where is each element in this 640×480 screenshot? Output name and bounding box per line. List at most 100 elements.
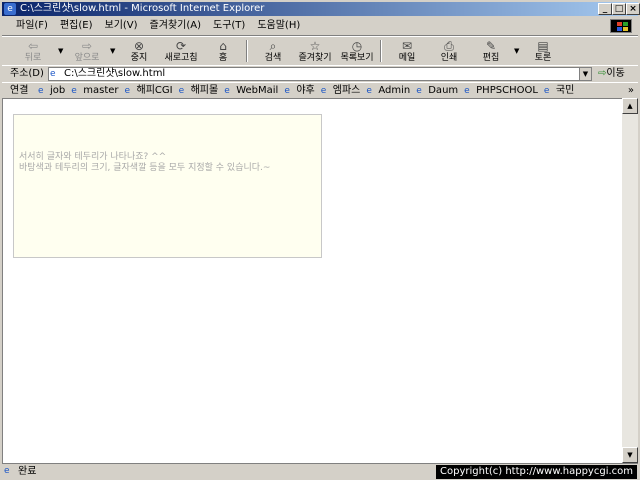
link-label: Daum xyxy=(428,85,459,96)
menu-help[interactable]: 도움말(H) xyxy=(251,17,306,35)
window-title: C:\스크린샷\slow.html - Microsoft Internet E… xyxy=(20,3,265,14)
link-page-icon: e xyxy=(124,85,131,96)
toolbar-separator xyxy=(380,40,382,62)
link-page-icon: e xyxy=(366,85,372,96)
forward-label: 앞으로 xyxy=(74,53,100,63)
history-button[interactable]: ◷ 목록보기 xyxy=(336,37,378,65)
link-label: WebMail xyxy=(236,85,279,96)
back-arrow-icon: ⇦ xyxy=(27,39,39,53)
links-bar: 연결 e job e master e 해피CGI e 해피몰 e WebMail e 야후… xyxy=(2,82,638,99)
copyright-banner: Copyright(c) http://www.happycgi.com xyxy=(436,465,638,479)
back-label: 뒤로 xyxy=(24,53,42,63)
address-value[interactable]: C:\스크린샷\slow.html xyxy=(64,68,165,80)
link-page-icon: e xyxy=(178,85,185,96)
forward-button[interactable]: ⇨ 앞으로 xyxy=(66,37,108,65)
link-label: Admin xyxy=(378,85,411,96)
edit-icon: ✎ xyxy=(485,39,497,53)
link-page-icon: e xyxy=(224,85,230,96)
link-label: master xyxy=(83,85,119,96)
forward-arrow-icon: ⇨ xyxy=(81,39,93,53)
page-icon: e xyxy=(50,69,56,79)
menu-view[interactable]: 보기(V) xyxy=(99,17,144,35)
print-button[interactable]: ⎙ 인쇄 xyxy=(428,37,470,65)
menu-favorites[interactable]: 즐겨찾기(A) xyxy=(144,17,207,35)
link-label: 엠파스 xyxy=(332,85,361,96)
link-label: PHPSCHOOL xyxy=(476,85,538,96)
menu-tools[interactable]: 도구(T) xyxy=(207,17,251,35)
discuss-button[interactable]: ▤ 토론 xyxy=(522,37,564,65)
history-label: 목록보기 xyxy=(340,53,374,63)
address-input[interactable]: e C:\스크린샷\slow.html ▼ xyxy=(48,67,592,81)
address-label: 주소(D) xyxy=(10,68,44,79)
link-master[interactable]: e master xyxy=(71,83,118,98)
address-dropdown-icon[interactable]: ▼ xyxy=(579,68,591,80)
minimize-button[interactable]: _ xyxy=(598,3,612,15)
links-more-button[interactable]: » xyxy=(628,83,634,98)
mail-icon: ✉ xyxy=(401,39,413,53)
address-bar: 주소(D) e C:\스크린샷\slow.html ▼ ⇨이동 xyxy=(2,65,638,83)
link-page-icon: e xyxy=(284,85,290,96)
link-webmail[interactable]: e WebMail xyxy=(224,83,278,98)
printer-icon: ⎙ xyxy=(444,39,454,53)
link-yahoo[interactable]: e 야후 xyxy=(284,83,314,98)
menu-bar: 파일(F) 편집(E) 보기(V) 즐겨찾기(A) 도구(T) 도움말(H) xyxy=(2,17,638,36)
edit-label: 편집 xyxy=(482,53,500,63)
edit-dropdown-icon[interactable]: ▼ xyxy=(514,47,519,55)
fade-in-box: 서서히 글자와 테두리가 나타나죠? ^^ 바탕색과 테두리의 크기, 글자색깔… xyxy=(13,114,322,258)
home-label: 홈 xyxy=(218,53,228,63)
link-page-icon: e xyxy=(416,85,422,96)
mail-label: 메일 xyxy=(398,53,416,63)
status-bar: e 완료 Copyright(c) http://www.happycgi.co… xyxy=(2,463,638,479)
windows-logo-icon xyxy=(610,19,632,33)
go-label: 이동 xyxy=(606,68,625,79)
edit-button[interactable]: ✎ 편집 xyxy=(470,37,512,65)
menu-file[interactable]: 파일(F) xyxy=(10,17,54,35)
forward-dropdown-icon[interactable]: ▼ xyxy=(110,47,115,55)
standard-toolbar: ⇦ 뒤로 ▼ ⇨ 앞으로 ▼ ⊗ 중지 ⟳ 새로고침 ⌂ 홈 ⌕ 검색 ☆ 즐겨… xyxy=(2,36,638,66)
link-happycgi[interactable]: e 해피CGI xyxy=(125,83,173,98)
maximize-button[interactable]: □ xyxy=(612,3,626,15)
back-button[interactable]: ⇦ 뒤로 xyxy=(12,37,54,65)
link-happymall[interactable]: e 해피몰 xyxy=(179,83,219,98)
scroll-up-icon[interactable]: ▲ xyxy=(622,98,638,114)
go-button[interactable]: ⇨이동 xyxy=(598,67,625,81)
link-phpschool[interactable]: e PHPSCHOOL xyxy=(464,83,538,98)
ie-icon[interactable]: e xyxy=(4,3,16,15)
favorites-button[interactable]: ☆ 즐겨찾기 xyxy=(294,37,336,65)
favorites-icon: ☆ xyxy=(309,39,321,53)
stop-icon: ⊗ xyxy=(133,39,145,53)
link-kookmin[interactable]: e 국민 xyxy=(544,83,574,98)
search-button[interactable]: ⌕ 검색 xyxy=(252,37,294,65)
link-daum[interactable]: e Daum xyxy=(416,83,458,98)
link-page-icon: e xyxy=(464,85,470,96)
toolbar-separator xyxy=(246,40,248,62)
discuss-label: 토론 xyxy=(534,53,552,63)
link-label: 국민 xyxy=(555,85,575,96)
scroll-down-icon[interactable]: ▼ xyxy=(622,447,638,463)
link-label: 해피몰 xyxy=(190,85,219,96)
search-icon: ⌕ xyxy=(269,39,277,53)
menu-edit[interactable]: 편집(E) xyxy=(54,17,99,35)
page-content: 서서히 글자와 테두리가 나타나죠? ^^ 바탕색과 테두리의 크기, 글자색깔… xyxy=(2,98,622,463)
refresh-icon: ⟳ xyxy=(175,39,187,53)
stop-label: 중지 xyxy=(130,53,148,63)
vertical-scrollbar[interactable]: ▲ ▼ xyxy=(622,98,638,463)
search-label: 검색 xyxy=(264,53,282,63)
discuss-icon: ▤ xyxy=(537,39,549,53)
status-text: 완료 xyxy=(18,466,37,477)
notice-line-2: 바탕색과 테두리의 크기, 글자색깔 등을 모두 지정할 수 있습니다.~ xyxy=(19,163,271,173)
link-page-icon: e xyxy=(543,85,550,96)
refresh-button[interactable]: ⟳ 새로고침 xyxy=(160,37,202,65)
mail-button[interactable]: ✉ 메일 xyxy=(386,37,428,65)
link-job[interactable]: e job xyxy=(38,83,65,98)
back-dropdown-icon[interactable]: ▼ xyxy=(58,47,63,55)
notice-line-1: 서서히 글자와 테두리가 나타나죠? ^^ xyxy=(19,152,167,162)
print-label: 인쇄 xyxy=(440,53,458,63)
link-empas[interactable]: e 엠파스 xyxy=(321,83,361,98)
close-button[interactable]: × xyxy=(626,3,640,15)
home-button[interactable]: ⌂ 홈 xyxy=(202,37,244,65)
link-admin[interactable]: e Admin xyxy=(366,83,410,98)
stop-button[interactable]: ⊗ 중지 xyxy=(118,37,160,65)
title-bar[interactable]: e C:\스크린샷\slow.html - Microsoft Internet… xyxy=(2,2,640,16)
links-label: 연결 xyxy=(10,85,29,96)
